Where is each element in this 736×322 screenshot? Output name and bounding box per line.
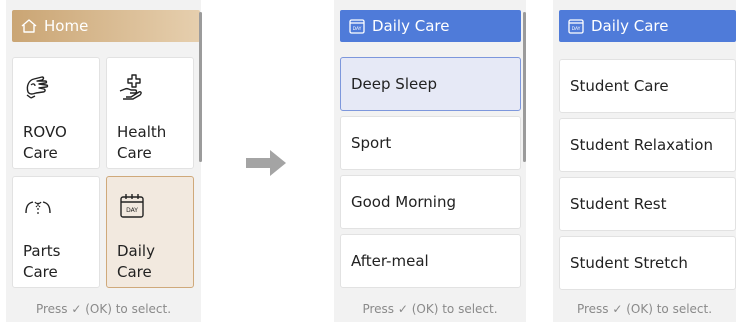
tile-label: Daily Care bbox=[117, 242, 155, 281]
list-item-student-relaxation[interactable]: Student Relaxation bbox=[559, 118, 736, 172]
list-item-after-meal[interactable]: After-meal bbox=[340, 234, 521, 288]
tile-health-care[interactable]: Health Care bbox=[106, 57, 194, 169]
daily-care-panel: DAY Daily Care Deep Sleep Sport Good Mor… bbox=[334, 0, 526, 322]
home-menu-panel: Home ROVO Care Health Care Parts Care DA… bbox=[6, 0, 202, 322]
svg-text:DAY: DAY bbox=[353, 26, 362, 32]
scrollbar[interactable] bbox=[523, 12, 526, 162]
list-item-good-morning[interactable]: Good Morning bbox=[340, 175, 521, 229]
calendar-day-icon: DAY bbox=[568, 19, 584, 34]
scrollbar[interactable] bbox=[199, 12, 202, 162]
arrow-right-icon bbox=[246, 150, 286, 176]
list-item-sport[interactable]: Sport bbox=[340, 116, 521, 170]
list-item-label: Student Rest bbox=[570, 195, 667, 213]
tile-parts-care[interactable]: Parts Care bbox=[12, 176, 100, 288]
tile-label: Parts Care bbox=[23, 242, 61, 281]
select-hint: Press ✓ (OK) to select. bbox=[35, 302, 172, 316]
list-item-label: Good Morning bbox=[351, 193, 456, 211]
list-item-label: Student Relaxation bbox=[570, 136, 713, 154]
massage-hand-icon bbox=[26, 76, 49, 99]
calendar-day-icon: DAY bbox=[349, 19, 365, 34]
list-item-label: Student Care bbox=[570, 77, 669, 95]
body-parts-icon bbox=[25, 201, 51, 214]
tile-daily-care[interactable]: DAY Daily Care bbox=[106, 176, 194, 288]
svg-text:DAY: DAY bbox=[126, 207, 138, 214]
list-item-label: After-meal bbox=[351, 252, 429, 270]
home-icon bbox=[21, 19, 37, 33]
tile-label: ROVO Care bbox=[23, 123, 67, 162]
home-title: Home bbox=[44, 17, 89, 35]
select-hint: Press ✓ (OK) to select. bbox=[362, 302, 498, 316]
calendar-day-icon: DAY bbox=[120, 194, 144, 218]
hand-plus-icon bbox=[119, 74, 142, 100]
scrollbar-thumb[interactable] bbox=[199, 12, 202, 162]
daily-care-header: DAY Daily Care bbox=[340, 10, 521, 42]
list-item-deep-sleep[interactable]: Deep Sleep bbox=[340, 57, 521, 111]
svg-text:DAY: DAY bbox=[572, 26, 581, 32]
tile-label: Health Care bbox=[117, 123, 167, 162]
home-header: Home bbox=[12, 10, 200, 42]
daily-care-title: Daily Care bbox=[372, 17, 450, 35]
list-item-student-care[interactable]: Student Care bbox=[559, 59, 736, 113]
list-item-label: Sport bbox=[351, 134, 392, 152]
select-hint: Press ✓ (OK) to select. bbox=[576, 302, 713, 316]
daily-care-header: DAY Daily Care bbox=[559, 10, 736, 42]
list-item-label: Deep Sleep bbox=[351, 75, 437, 93]
list-item-student-stretch[interactable]: Student Stretch bbox=[559, 236, 736, 290]
tile-rovo-care[interactable]: ROVO Care bbox=[12, 57, 100, 169]
list-item-student-rest[interactable]: Student Rest bbox=[559, 177, 736, 231]
list-item-label: Student Stretch bbox=[570, 254, 688, 272]
student-care-panel: DAY Daily Care Student Care Student Rela… bbox=[553, 0, 736, 322]
daily-care-title: Daily Care bbox=[591, 17, 669, 35]
scrollbar-thumb[interactable] bbox=[523, 12, 526, 162]
